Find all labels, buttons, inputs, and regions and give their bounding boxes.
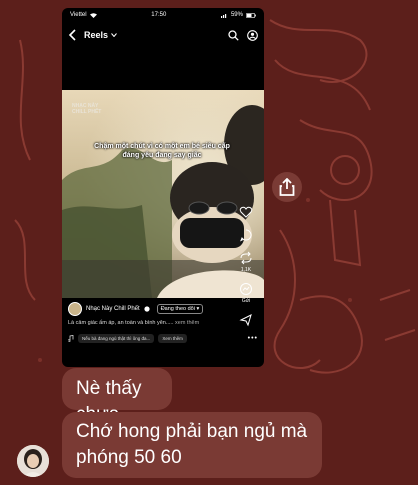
video-subtitle: Chậm một chút vì có một em bé siêu cấp đ… xyxy=(94,143,230,159)
status-bar: Viettel 17:50 59% xyxy=(62,8,264,22)
music-row[interactable]: Nếu bà đang ngủ thật thì ông đa... Xem t… xyxy=(62,328,264,343)
post-caption[interactable]: Là cảm giác ấm áp, an toàn và bình yên..… xyxy=(62,318,264,328)
battery-percent: 59% xyxy=(230,12,243,18)
avatar-image xyxy=(17,445,49,477)
battery-icon xyxy=(245,12,256,18)
reel-video[interactable]: NHẠC NÀY CHILL PHẾT Chậm một chút vì có … xyxy=(62,90,264,298)
avatar[interactable] xyxy=(17,445,49,477)
search-icon[interactable] xyxy=(228,29,239,41)
audience-icon xyxy=(144,306,150,312)
video-frame xyxy=(62,90,264,298)
music-more[interactable]: Xem thêm xyxy=(158,334,187,343)
reels-title: Reels xyxy=(84,30,109,40)
message-bubble[interactable]: Nè thấy chưa xyxy=(62,368,172,425)
back-arrow-icon[interactable] xyxy=(68,29,78,41)
brand-watermark: NHẠC NÀY CHILL PHẾT xyxy=(72,103,102,115)
music-note-icon xyxy=(68,335,74,342)
reshare-icon[interactable] xyxy=(239,251,253,265)
share-icon xyxy=(279,178,295,196)
reels-header: Reels xyxy=(62,24,264,46)
music-track[interactable]: Nếu bà đang ngủ thật thì ông đa... xyxy=(78,334,155,343)
message-text: Chớ hong phải bạn ngủ mà phóng 50 60 xyxy=(76,421,308,468)
share-button[interactable] xyxy=(272,172,302,202)
carrier-label: Viettel xyxy=(70,12,87,18)
message-bubble[interactable]: Chớ hong phải bạn ngủ mà phóng 50 60 xyxy=(62,412,322,478)
following-button[interactable]: Đang theo dõi ▾ xyxy=(156,304,204,314)
profile-circle-icon[interactable] xyxy=(247,29,258,41)
comment-icon[interactable] xyxy=(239,228,253,242)
channel-avatar[interactable] xyxy=(68,302,82,316)
more-options-icon[interactable]: ••• xyxy=(248,335,258,342)
messenger-icon[interactable] xyxy=(239,282,253,296)
shared-reel-screenshot[interactable]: Viettel 17:50 59% Reels NHẠC NÀY CHILL P… xyxy=(62,8,264,367)
chevron-down-icon[interactable] xyxy=(111,33,117,37)
wifi-icon xyxy=(89,12,97,18)
post-meta: Nhạc Này Chill Phết Đang theo dõi ▾ Là c… xyxy=(62,300,264,343)
signal-icon xyxy=(220,13,227,18)
like-icon[interactable] xyxy=(239,205,253,219)
channel-name[interactable]: Nhạc Này Chill Phết xyxy=(86,306,140,312)
caption-more-link[interactable]: xem thêm xyxy=(175,320,199,326)
status-time: 17:50 xyxy=(151,12,167,18)
share-count: 1,1K xyxy=(240,267,252,273)
